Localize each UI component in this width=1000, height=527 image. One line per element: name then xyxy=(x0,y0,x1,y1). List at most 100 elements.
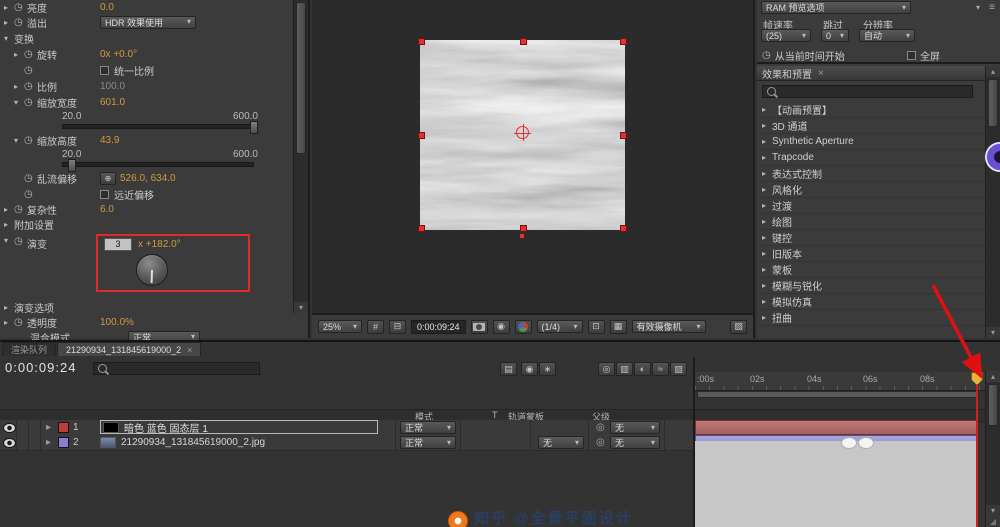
graph-editor-icon[interactable]: ▨ xyxy=(670,362,687,376)
collapse-arrow-icon[interactable]: ▾ xyxy=(4,34,14,43)
transparency-grid-icon[interactable]: ▦ xyxy=(610,320,627,334)
expand-arrow-icon[interactable]: ▸ xyxy=(4,220,14,229)
transform-handle[interactable] xyxy=(418,38,425,45)
layer-name-box[interactable]: 暗色 蓝色 固态层 1 xyxy=(100,420,378,434)
scale-width-slider[interactable] xyxy=(62,124,254,129)
pick-whip-icon[interactable]: ◎ xyxy=(596,435,605,450)
scroll-down-icon[interactable]: ▾ xyxy=(986,505,1000,516)
zoom-dropdown[interactable]: 25% ▾ xyxy=(318,320,362,333)
layer1-duration-bar[interactable] xyxy=(695,420,978,435)
viewer-timecode[interactable]: 0:00:09:24 xyxy=(411,320,466,334)
stopwatch-icon[interactable]: ◷ xyxy=(24,135,37,146)
scroll-up-icon[interactable]: ▴ xyxy=(986,66,1000,77)
composition-viewer[interactable]: 25% ▾ # ⊟ 0:00:09:24 ◉ (1/4) ▾ ⊡ ▦ 有效摄像机… xyxy=(312,0,755,338)
close-icon[interactable]: × xyxy=(187,345,192,355)
stopwatch-icon[interactable]: ◷ xyxy=(14,17,27,28)
layer-expand-icon[interactable]: ▸ xyxy=(46,420,51,435)
property-value[interactable]: 0x +0.0° xyxy=(100,49,137,60)
layer-name[interactable]: 暗色 蓝色 固态层 1 xyxy=(124,420,208,435)
effect-point-icon[interactable]: ⊕ xyxy=(100,172,116,185)
work-area-bar[interactable] xyxy=(697,391,979,398)
collapse-arrow-icon[interactable]: ▾ xyxy=(4,236,14,245)
blend-mode-dropdown[interactable]: 正常▾ xyxy=(400,421,456,434)
collapse-arrow-icon[interactable]: ▾ xyxy=(14,98,24,107)
ram-preview-dropdown[interactable]: RAM 预览选项 ▾ xyxy=(761,1,911,14)
expand-arrow-icon[interactable]: ▸ xyxy=(4,18,14,27)
effects-category[interactable]: ▸旧版本 xyxy=(757,246,985,262)
stopwatch-icon[interactable]: ◷ xyxy=(24,189,37,200)
stopwatch-icon[interactable]: ◷ xyxy=(14,236,27,247)
transform-handle[interactable] xyxy=(620,132,627,139)
camera-view-dropdown[interactable]: 有效摄像机 ▾ xyxy=(632,320,706,333)
effects-category[interactable]: ▸风格化 xyxy=(757,182,985,198)
show-snapshot-icon[interactable]: ◉ xyxy=(493,320,510,334)
effects-category[interactable]: ▸绘图 xyxy=(757,214,985,230)
property-value[interactable]: 601.0 xyxy=(100,97,125,108)
layer-name[interactable]: 21290934_131845619000_2.jpg xyxy=(121,437,265,448)
expand-arrow-icon[interactable]: ▸ xyxy=(762,217,772,226)
brainstorm-icon[interactable]: ≈ xyxy=(652,362,669,376)
mask-visibility-icon[interactable]: ⊟ xyxy=(389,320,406,334)
expand-arrow-icon[interactable]: ▸ xyxy=(762,281,772,290)
frame-blend-icon[interactable]: ▥ xyxy=(616,362,633,376)
effects-category[interactable]: ▸3D 通道 xyxy=(757,118,985,134)
expand-arrow-icon[interactable]: ▸ xyxy=(14,50,24,59)
property-value[interactable]: 43.9 xyxy=(100,135,119,146)
expand-arrow-icon[interactable]: ▸ xyxy=(762,249,772,258)
fullscreen-checkbox[interactable] xyxy=(907,51,916,60)
layer-color-swatch[interactable] xyxy=(58,422,69,433)
draft-3d-icon[interactable]: ∗ xyxy=(539,362,556,376)
transform-handle[interactable] xyxy=(620,38,627,45)
current-time-indicator-line[interactable] xyxy=(976,372,978,527)
stopwatch-icon[interactable]: ◷ xyxy=(14,204,27,215)
transform-handle[interactable] xyxy=(620,225,627,232)
expand-arrow-icon[interactable]: ▸ xyxy=(762,105,772,114)
collapse-arrow-icon[interactable]: ▾ xyxy=(14,136,24,145)
effects-category[interactable]: ▸键控 xyxy=(757,230,985,246)
composition-preview[interactable] xyxy=(420,40,625,230)
parent-dropdown[interactable]: 无▾ xyxy=(610,436,660,449)
parent-dropdown[interactable]: 无▾ xyxy=(610,421,660,434)
show-channels-icon[interactable] xyxy=(515,320,532,334)
current-timecode[interactable]: 0:00:09:24 xyxy=(5,360,76,375)
pixel-aspect-icon[interactable]: ▨ xyxy=(730,320,747,334)
mini-flowchart-icon[interactable]: ▤ xyxy=(500,362,517,376)
panel-menu-icon[interactable]: ≡ xyxy=(989,2,995,13)
effects-category[interactable]: ▸【动画预置】 xyxy=(757,102,985,118)
expand-arrow-icon[interactable]: ▸ xyxy=(762,297,772,306)
preserve-transparency-header[interactable]: T xyxy=(492,410,498,420)
blend-mode-dropdown[interactable]: 正常▾ xyxy=(400,436,456,449)
stopwatch-icon[interactable]: ◷ xyxy=(24,173,37,184)
scrollbar-thumb[interactable] xyxy=(988,79,998,127)
anchor-point-icon[interactable] xyxy=(516,126,529,139)
ram-resolution-dropdown[interactable]: 自动 ▾ xyxy=(859,29,915,42)
property-value[interactable]: 100.0% xyxy=(100,317,134,328)
stopwatch-icon[interactable]: ◷ xyxy=(24,65,37,76)
expand-arrow-icon[interactable]: ▸ xyxy=(762,137,772,146)
property-value[interactable]: 6.0 xyxy=(100,204,114,215)
effect-point-marker[interactable] xyxy=(520,234,524,238)
snapshot-camera-icon[interactable] xyxy=(471,320,488,334)
expand-arrow-icon[interactable]: ▸ xyxy=(4,3,14,12)
shy-layers-icon[interactable]: ◎ xyxy=(598,362,615,376)
resolution-dropdown[interactable]: (1/4) ▾ xyxy=(537,320,583,333)
track-matte-dropdown[interactable]: 无▾ xyxy=(538,436,584,449)
property-value[interactable]: 526.0, 634.0 xyxy=(120,173,176,184)
tab-composition[interactable]: 21290934_131845619000_2 × xyxy=(57,342,201,356)
effects-search-input[interactable] xyxy=(762,85,973,98)
scale-height-slider[interactable] xyxy=(62,162,254,167)
layer-expand-icon[interactable]: ▸ xyxy=(46,435,51,450)
resize-grip-icon[interactable]: ◢ xyxy=(986,516,1000,527)
scroll-down-icon[interactable]: ▾ xyxy=(294,302,308,313)
expand-arrow-icon[interactable]: ▸ xyxy=(4,303,14,312)
close-icon[interactable]: × xyxy=(818,68,824,79)
effects-category[interactable]: ▸表达式控制 xyxy=(757,166,985,182)
uniform-scale-checkbox[interactable] xyxy=(100,66,109,75)
transform-handle[interactable] xyxy=(520,225,527,232)
timeline-search-input[interactable] xyxy=(93,362,260,375)
panel-collapse-icon[interactable]: ▾ xyxy=(976,3,980,12)
transform-handle[interactable] xyxy=(418,132,425,139)
frame-rate-dropdown[interactable]: (25) ▾ xyxy=(761,29,811,42)
layer-visibility-icon[interactable] xyxy=(3,423,16,433)
stopwatch-icon[interactable]: ◷ xyxy=(24,81,37,92)
